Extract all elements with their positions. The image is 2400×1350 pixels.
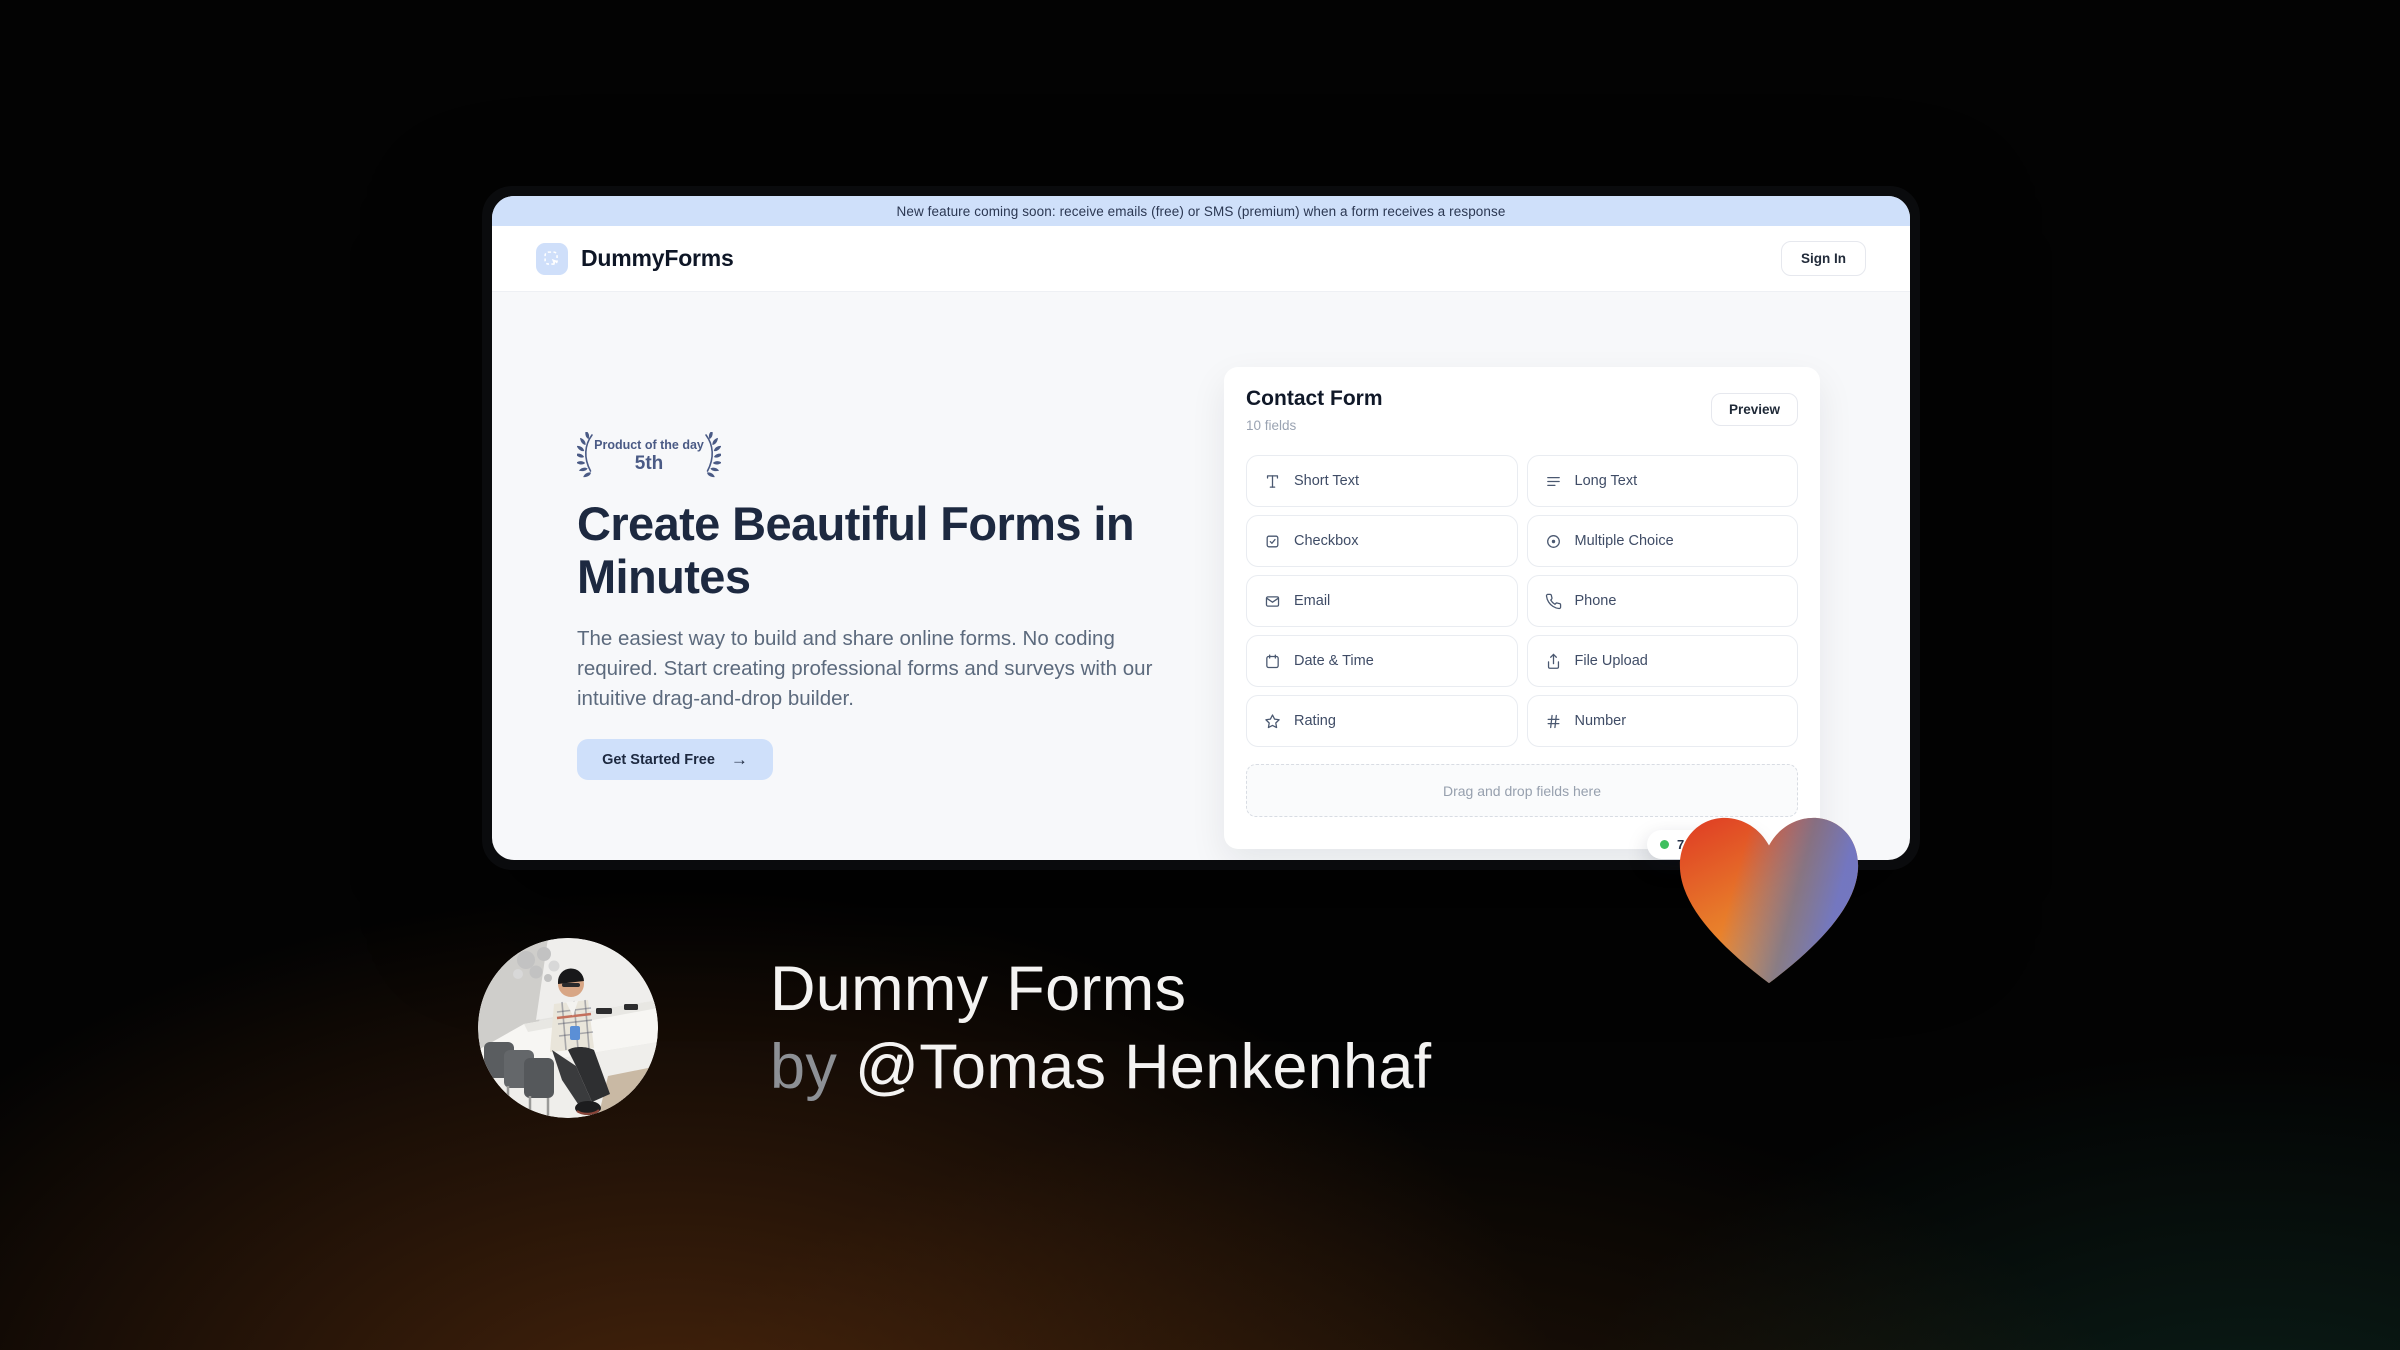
field-label: Long Text xyxy=(1574,473,1638,489)
field-label: Multiple Choice xyxy=(1574,533,1674,549)
get-started-button[interactable]: Get Started Free → xyxy=(577,739,773,780)
field-type-grid: Short Text Long Text Checkbox Multiple C… xyxy=(1246,455,1798,747)
browser-window: New feature coming soon: receive emails … xyxy=(482,186,1920,870)
field-label: Email xyxy=(1294,593,1331,609)
caption-author: @Tomas Henkenhaf xyxy=(854,1032,1432,1102)
brand: DummyForms xyxy=(536,242,734,275)
field-long-text[interactable]: Long Text xyxy=(1526,455,1798,507)
announcement-banner: New feature coming soon: receive emails … xyxy=(492,196,1910,226)
gradient-heart-icon xyxy=(1670,810,1868,990)
green-status-dot-icon xyxy=(1660,840,1669,849)
award-rank: 5th xyxy=(634,453,664,474)
form-field-count: 10 fields xyxy=(1246,418,1297,433)
field-label: File Upload xyxy=(1574,653,1648,669)
form-builder-card: Contact Form 10 fields Preview Short Tex… xyxy=(1224,367,1820,849)
hero-description: The easiest way to build and share onlin… xyxy=(577,627,1153,710)
field-rating[interactable]: Rating xyxy=(1246,695,1518,747)
field-label: Rating xyxy=(1294,713,1336,729)
type-icon xyxy=(1264,473,1281,490)
caption-by: by xyxy=(770,1032,855,1102)
upload-icon xyxy=(1545,653,1562,670)
caption-title: Dummy Forms xyxy=(770,954,1187,1024)
hero-title: Create Beautiful Forms in Minutes xyxy=(577,497,1135,603)
dummyforms-logo-icon xyxy=(536,242,568,275)
lines-icon xyxy=(1545,473,1562,490)
product-of-the-day-badge: Product of the day 5th xyxy=(574,429,724,480)
brand-name: DummyForms xyxy=(581,245,734,271)
checkbox-icon xyxy=(1264,533,1281,550)
field-label: Number xyxy=(1574,713,1627,729)
award-title: Product of the day xyxy=(594,438,704,452)
dropzone-text: Drag and drop fields here xyxy=(1443,782,1601,799)
form-title: Contact Form xyxy=(1246,387,1383,410)
field-date-time[interactable]: Date & Time xyxy=(1246,635,1518,687)
star-icon xyxy=(1264,713,1281,730)
preview-button[interactable]: Preview xyxy=(1710,393,1798,426)
field-file-upload[interactable]: File Upload xyxy=(1526,635,1798,687)
mail-icon xyxy=(1264,593,1281,610)
byline-caption: Dummy Forms by @Tomas Henkenhaf xyxy=(770,950,1432,1106)
arrow-right-icon: → xyxy=(730,749,748,769)
field-number[interactable]: Number xyxy=(1526,695,1798,747)
field-short-text[interactable]: Short Text xyxy=(1246,455,1518,507)
form-card-header: Contact Form 10 fields Preview xyxy=(1246,387,1798,433)
hash-icon xyxy=(1545,713,1562,730)
field-email[interactable]: Email xyxy=(1246,575,1518,627)
field-label: Phone xyxy=(1574,593,1617,609)
app-screen: New feature coming soon: receive emails … xyxy=(492,196,1910,860)
field-checkbox[interactable]: Checkbox xyxy=(1246,515,1518,567)
field-label: Checkbox xyxy=(1294,533,1359,549)
phone-icon xyxy=(1545,593,1562,610)
sign-in-button[interactable]: Sign In xyxy=(1781,241,1866,276)
radio-icon xyxy=(1545,533,1562,550)
app-header: DummyForms Sign In xyxy=(492,226,1910,292)
promo-stage: New feature coming soon: receive emails … xyxy=(0,0,2400,1350)
app-body: Product of the day 5th Create Beautiful … xyxy=(492,292,1910,860)
field-label: Short Text xyxy=(1294,473,1360,489)
field-phone[interactable]: Phone xyxy=(1526,575,1798,627)
get-started-label: Get Started Free xyxy=(602,751,715,768)
field-label: Date & Time xyxy=(1294,653,1374,669)
maker-avatar xyxy=(478,938,658,1118)
calendar-icon xyxy=(1264,653,1281,670)
announcement-text: New feature coming soon: receive emails … xyxy=(896,203,1506,219)
field-multiple-choice[interactable]: Multiple Choice xyxy=(1526,515,1798,567)
